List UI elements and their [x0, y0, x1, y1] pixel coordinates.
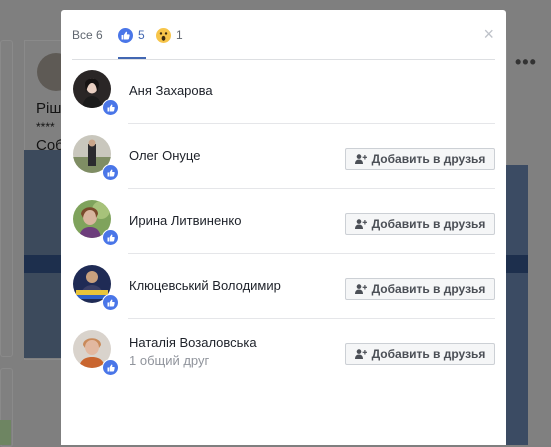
list-item: Клюцевський Володимир Добавить в друзья [72, 254, 495, 319]
like-icon [102, 229, 119, 246]
reaction-tabs: Все 6 5 1 [72, 10, 495, 60]
tab-wow-count: 1 [176, 28, 183, 42]
add-friend-button[interactable]: Добавить в друзья [345, 278, 495, 300]
add-friend-icon [354, 284, 367, 294]
add-friend-label: Добавить в друзья [371, 282, 486, 296]
post-photo [506, 165, 528, 445]
person-name[interactable]: Олег Онуце [129, 148, 200, 163]
more-options-icon[interactable]: ••• [515, 52, 537, 73]
add-friend-label: Добавить в друзья [371, 217, 486, 231]
like-icon [118, 27, 133, 43]
person-name[interactable]: Аня Захарова [129, 83, 213, 98]
list-item: Ирина Литвиненко Добавить в друзья [72, 189, 495, 254]
add-friend-icon [354, 219, 367, 229]
tab-all-label: Все 6 [72, 28, 103, 42]
person-name[interactable]: Клюцевський Володимир [129, 278, 281, 293]
background-image [0, 420, 11, 445]
person-name[interactable]: Наталія Возаловська [129, 335, 257, 350]
wow-icon [156, 27, 171, 43]
add-friend-button[interactable]: Добавить в друзья [345, 148, 495, 170]
list-item: Наталія Возаловська 1 общий друг Добавит… [72, 319, 495, 384]
list-item: Аня Захарова [72, 59, 495, 124]
tab-like-count: 5 [138, 28, 145, 42]
like-icon [102, 99, 119, 116]
tab-wow[interactable]: 1 [156, 27, 183, 43]
add-friend-icon [354, 349, 367, 359]
post-text: **** [36, 120, 55, 134]
add-friend-icon [354, 154, 367, 164]
tab-all[interactable]: Все 6 [72, 27, 103, 43]
person-name[interactable]: Ирина Литвиненко [129, 213, 241, 228]
add-friend-label: Добавить в друзья [371, 347, 486, 361]
tab-like[interactable]: 5 [118, 27, 145, 43]
reactions-dialog: Все 6 5 1 × Аня Захарова Олег Онуце Доба… [61, 10, 506, 445]
mutual-friends-count[interactable]: 1 общий друг [129, 353, 209, 368]
add-friend-label: Добавить в друзья [371, 152, 486, 166]
post-photo-stripe [506, 255, 528, 273]
background-card [0, 40, 13, 357]
like-icon [102, 359, 119, 376]
people-list: Аня Захарова Олег Онуце Добавить в друзь… [72, 59, 495, 384]
add-friend-button[interactable]: Добавить в друзья [345, 213, 495, 235]
post-text: Ріш [36, 100, 62, 117]
add-friend-button[interactable]: Добавить в друзья [345, 343, 495, 365]
like-icon [102, 164, 119, 181]
like-icon [102, 294, 119, 311]
close-icon[interactable]: × [483, 25, 494, 43]
list-item: Олег Онуце Добавить в друзья [72, 124, 495, 189]
